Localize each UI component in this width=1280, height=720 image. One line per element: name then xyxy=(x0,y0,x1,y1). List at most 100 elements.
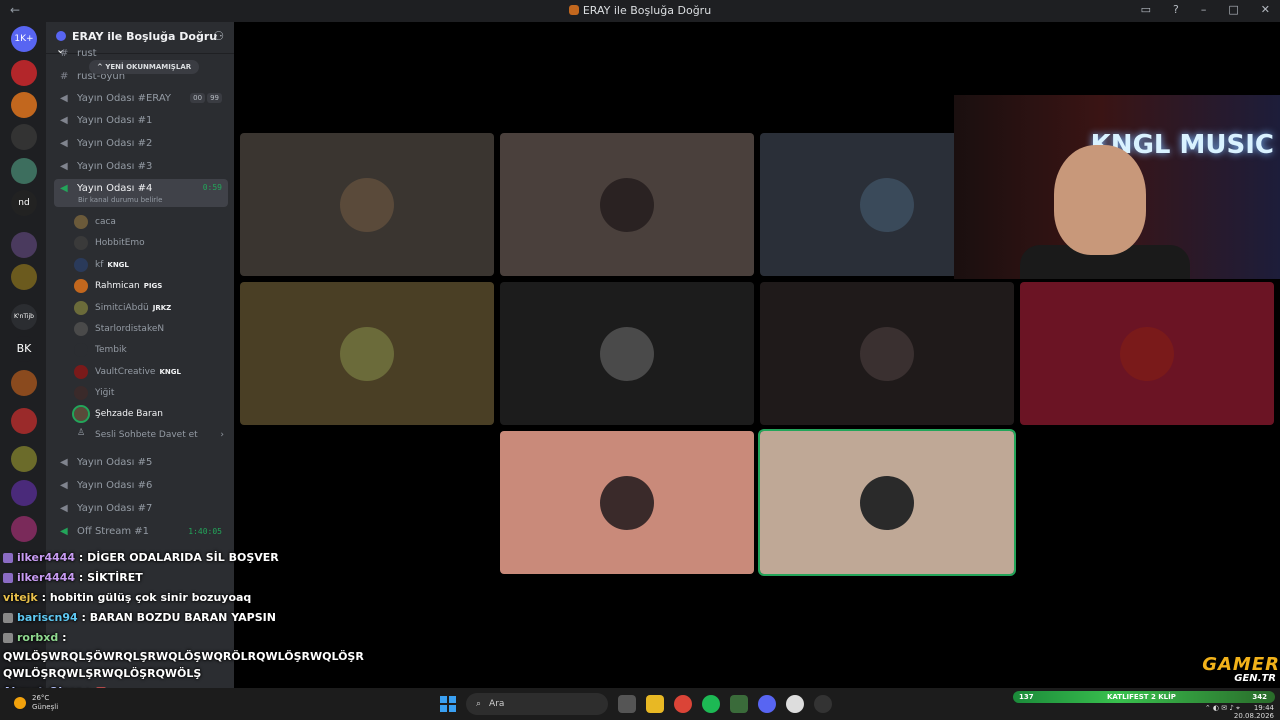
channel-name: Yayın Odası #6 xyxy=(77,479,153,491)
chat-text: SİKTİRET xyxy=(87,571,143,584)
maximize-button[interactable]: □ xyxy=(1228,3,1238,16)
guild-folder[interactable] xyxy=(11,446,37,472)
voice-member[interactable]: StarlordistakeN xyxy=(74,319,224,339)
voice-tile[interactable] xyxy=(500,133,754,276)
guild-folder[interactable] xyxy=(11,158,37,184)
clan-tag: KNGL xyxy=(159,368,181,376)
chat-text: BARAN BOZDU BARAN YAPSIN xyxy=(89,611,276,624)
avatar xyxy=(74,365,88,379)
voice-member[interactable]: SimitciAbdü JRKZ xyxy=(74,298,224,318)
voice-tile[interactable] xyxy=(760,282,1014,425)
taskbar-clock[interactable]: 19:44 20.08.2026 xyxy=(1234,704,1274,720)
guild-item-current[interactable] xyxy=(11,92,37,118)
spotify-icon[interactable] xyxy=(702,695,720,713)
avatar xyxy=(600,327,654,381)
chat-message: rorbxd : xyxy=(3,628,343,648)
guild-folder[interactable] xyxy=(11,232,37,258)
chat-message: bariscn94 : BARAN BOZDU BARAN YAPSIN xyxy=(3,608,343,628)
guild-item[interactable]: nd xyxy=(11,190,37,216)
member-name: kf xyxy=(95,260,104,270)
voice-channel-item[interactable]: ◀ Yayın Odası #3 xyxy=(54,156,228,176)
discord-icon[interactable] xyxy=(758,695,776,713)
streamer-head xyxy=(1054,145,1146,255)
avatar xyxy=(74,215,88,229)
add-member-icon[interactable]: ⚇ xyxy=(213,29,224,43)
guild-item[interactable] xyxy=(11,60,37,86)
badge-icon xyxy=(3,613,13,623)
voice-tile-speaking[interactable] xyxy=(758,429,1016,576)
voice-member[interactable]: VaultCreative KNGL xyxy=(74,362,224,382)
voice-member[interactable]: Rahmican PIGS xyxy=(74,276,224,296)
voice-channel-item[interactable]: ◀ Yayın Odası #ERAY 00 99 xyxy=(54,88,228,108)
voice-member-speaking[interactable]: Şehzade Baran xyxy=(72,404,224,424)
voice-channel-item[interactable]: ◀ Yayın Odası #5 xyxy=(54,452,228,472)
voice-member[interactable]: HobbitEmo xyxy=(74,233,224,253)
voice-tile[interactable] xyxy=(500,431,754,574)
voice-channel-item[interactable]: ◀ Yayın Odası #7 xyxy=(54,498,228,518)
voice-channel-item[interactable]: ◀ Off Stream #1 1:40:05 xyxy=(54,521,228,541)
guild-folder[interactable] xyxy=(11,370,37,396)
clan-tag: PIGS xyxy=(143,282,163,290)
ticker-count: 137 xyxy=(1019,693,1034,701)
channel-name: Yayın Odası #1 xyxy=(77,114,153,126)
channel-name: Yayın Odası #3 xyxy=(77,160,153,172)
task-view-icon[interactable] xyxy=(618,695,636,713)
taskbar-search[interactable]: ⌕ Ara xyxy=(466,693,608,715)
channel-name: rust xyxy=(77,47,97,59)
voice-channel-item[interactable]: ◀ Yayın Odası #6 xyxy=(54,475,228,495)
voice-member[interactable]: Tembik xyxy=(74,340,224,360)
voice-tile[interactable] xyxy=(240,282,494,425)
windows-start-icon[interactable] xyxy=(440,696,456,712)
avatar xyxy=(860,476,914,530)
member-name: SimitciAbdü xyxy=(95,303,149,313)
guild-item[interactable] xyxy=(11,124,37,150)
file-explorer-icon[interactable] xyxy=(646,695,664,713)
guild-folder[interactable] xyxy=(11,408,37,434)
voice-tile[interactable] xyxy=(240,133,494,276)
avatar xyxy=(860,178,914,232)
voice-channel-item[interactable]: ◀ Yayın Odası #1 xyxy=(54,110,228,130)
speaker-icon: ◀ xyxy=(60,479,68,491)
guild-folder[interactable] xyxy=(11,264,37,290)
avatar xyxy=(340,178,394,232)
guild-item[interactable]: K'nTijb xyxy=(11,304,37,330)
voice-tile[interactable] xyxy=(500,282,754,425)
webcam-overlay: KNGL MUSIC xyxy=(954,95,1280,279)
logo-line1: GAMER xyxy=(1202,654,1280,675)
channel-item[interactable]: # rust xyxy=(54,46,228,60)
avatar xyxy=(74,386,88,400)
voice-member[interactable]: caca xyxy=(74,212,224,232)
guild-item[interactable]: BK xyxy=(11,336,37,362)
voice-channel-item-active[interactable]: ◀ Yayın Odası #4 0:59 Bir kanal durumu bel… xyxy=(54,179,228,207)
invite-to-voice[interactable]: ♙ Sesli Sohbete Davet et › xyxy=(74,425,224,445)
channel-status[interactable]: Bir kanal durumu belirle xyxy=(78,196,162,204)
voice-member[interactable]: Yiğit xyxy=(74,383,224,403)
unread-pill-label: YENİ OKUNMAMIŞLAR xyxy=(105,63,192,71)
clock-time: 19:44 xyxy=(1253,704,1274,712)
chrome-icon[interactable] xyxy=(674,695,692,713)
member-name: Şehzade Baran xyxy=(95,409,163,419)
server-boost-icon xyxy=(56,31,66,41)
minimize-button[interactable]: – xyxy=(1201,3,1207,16)
guild-item-home[interactable]: 1K+ xyxy=(11,26,37,52)
channel-name: Yayın Odası #2 xyxy=(77,137,153,149)
avatar xyxy=(74,301,88,315)
help-icon[interactable]: ? xyxy=(1173,3,1179,16)
close-button[interactable]: ✕ xyxy=(1261,3,1270,16)
badge-icon xyxy=(3,573,13,583)
weather-widget[interactable]: 26°C Güneşli xyxy=(14,694,58,712)
guild-item[interactable] xyxy=(11,480,37,506)
chat-user: rorbxd xyxy=(17,631,59,644)
avatar xyxy=(600,476,654,530)
new-unreads-button[interactable]: ^ YENİ OKUNMAMIŞLAR xyxy=(89,60,200,74)
guild-item[interactable] xyxy=(11,516,37,542)
app-icon[interactable] xyxy=(730,695,748,713)
app-icon[interactable] xyxy=(814,695,832,713)
avatar xyxy=(1120,327,1174,381)
speaker-icon: ◀ xyxy=(60,114,68,126)
app-icon[interactable] xyxy=(786,695,804,713)
voice-channel-item[interactable]: ◀ Yayın Odası #2 xyxy=(54,133,228,153)
voice-member[interactable]: kf KNGL xyxy=(74,255,224,275)
voice-tile[interactable] xyxy=(1020,282,1274,425)
inbox-icon[interactable]: ▭ xyxy=(1141,3,1151,16)
